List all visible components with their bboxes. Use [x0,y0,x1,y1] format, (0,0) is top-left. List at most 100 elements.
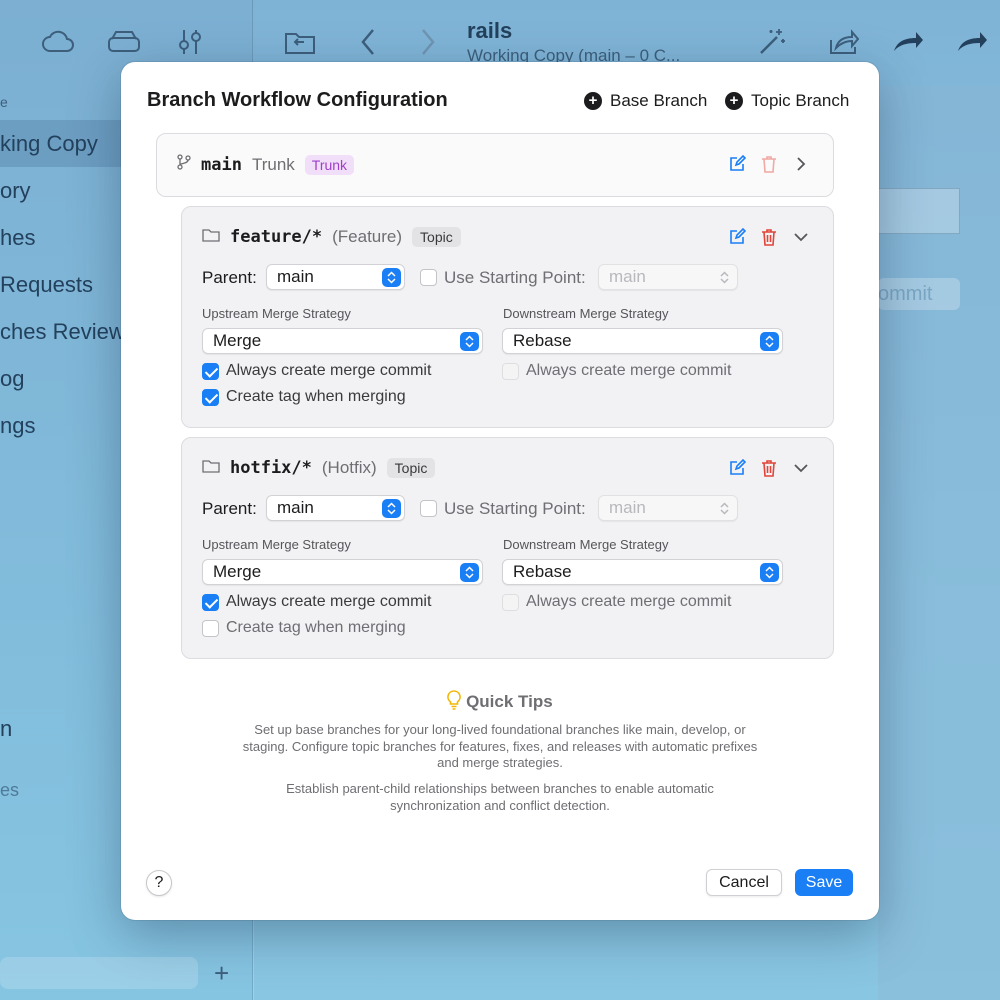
create-tag-label: Create tag when merging [226,619,406,636]
upstream-strategy-value: Merge [213,331,262,350]
branch-workflow-dialog: Branch Workflow Configuration + Base Bra… [121,62,879,920]
upstream-strategy-select[interactable]: Merge [202,328,483,354]
topic-header: feature/* (Feature) Topic [202,227,461,247]
topic-branch-card-feature: feature/* (Feature) Topic Parent: main U… [181,206,834,428]
upstream-strategy-label: Upstream Merge Strategy [202,306,351,321]
starting-point-value: main [609,498,646,517]
downstream-strategy-label: Downstream Merge Strategy [503,306,669,321]
trash-icon[interactable] [759,458,779,478]
updown-icon [715,499,734,518]
back-icon[interactable] [350,24,386,60]
sidebar-section-label: e [0,94,8,110]
topic-type: (Hotfix) [321,458,377,477]
folder-icon [202,459,220,478]
downstream-always-merge-commit-checkbox[interactable] [502,363,519,380]
plus-circle-icon: + [725,92,743,110]
upstream-always-merge-commit-checkbox[interactable] [202,363,219,380]
sliders-icon[interactable] [172,24,208,60]
trunk-actions [727,154,811,174]
repo-switch-icon[interactable] [282,24,318,60]
upstream-always-merge-commit-label: Always create merge commit [226,362,432,379]
topic-badge: Topic [412,227,461,247]
updown-icon [460,563,479,582]
branch-icon [177,154,191,175]
create-tag-checkbox[interactable] [202,389,219,406]
help-button[interactable]: ? [146,870,172,896]
cloud-icon[interactable] [40,24,76,60]
create-tag-checkbox[interactable] [202,620,219,637]
downstream-always-merge-commit-checkbox[interactable] [502,594,519,611]
updown-icon [715,268,734,287]
downstream-strategy-select[interactable]: Rebase [502,559,783,585]
upstream-strategy-value: Merge [213,562,262,581]
upstream-strategy-label: Upstream Merge Strategy [202,537,351,552]
parent-select[interactable]: main [266,264,405,290]
use-starting-point-label: Use Starting Point: [444,268,586,287]
upstream-always-merge-commit-label: Always create merge commit [226,593,432,610]
drive-icon[interactable] [106,24,142,60]
updown-icon [760,563,779,582]
dialog-title: Branch Workflow Configuration [147,89,448,111]
use-starting-point-checkbox[interactable] [420,269,437,286]
chevron-right-icon[interactable] [791,154,811,174]
topic-actions [727,227,811,247]
share-icon[interactable] [826,24,862,60]
chevron-down-icon[interactable] [791,458,811,478]
parent-select[interactable]: main [266,495,405,521]
commit-button[interactable]: ommit [878,278,960,310]
create-tag-label: Create tag when merging [226,388,406,405]
forward-icon[interactable] [410,24,446,60]
starting-point-value: main [609,267,646,286]
trunk-name: main [201,154,242,175]
save-button[interactable]: Save [795,869,853,896]
use-starting-point-checkbox[interactable] [420,500,437,517]
add-icon[interactable]: + [214,958,229,989]
starting-point-select[interactable]: main [598,495,738,521]
updown-icon [760,332,779,351]
add-base-branch-label: Base Branch [610,91,708,110]
folder-icon [202,228,220,247]
quick-tips-paragraph-2: Establish parent-child relationships bet… [286,781,714,813]
sidebar-item-extra[interactable]: n [0,716,12,742]
cancel-button[interactable]: Cancel [706,869,782,896]
topic-type: (Feature) [332,227,403,246]
quick-tips-label: Quick Tips [466,692,553,711]
add-topic-branch-label: Topic Branch [751,91,850,110]
add-topic-branch-button[interactable]: + Topic Branch [725,91,849,111]
trunk-badge: Trunk [304,154,355,175]
parent-label: Parent: [202,499,257,518]
sidebar-item-dim[interactable]: es [0,780,19,801]
trunk-branch-card[interactable]: main Trunk Trunk [156,133,834,197]
plus-circle-icon: + [584,92,602,110]
upstream-strategy-select[interactable]: Merge [202,559,483,585]
trash-icon[interactable] [759,227,779,247]
inspector-field[interactable] [878,188,960,234]
topic-prefix: feature/* [230,227,323,247]
downstream-strategy-value: Rebase [513,562,572,581]
sidebar-toolbar [40,24,208,60]
starting-point-select[interactable]: main [598,264,738,290]
edit-icon[interactable] [727,227,747,247]
sidebar-filter-field[interactable] [0,957,198,989]
magic-wand-icon[interactable] [754,24,790,60]
upstream-always-merge-commit-checkbox[interactable] [202,594,219,611]
use-starting-point-label: Use Starting Point: [444,499,586,518]
updown-icon [382,268,401,287]
topic-badge: Topic [386,458,436,478]
topic-actions [727,458,811,478]
push-icon[interactable] [954,24,990,60]
trash-icon [759,154,779,174]
edit-icon[interactable] [727,458,747,478]
downstream-strategy-select[interactable]: Rebase [502,328,783,354]
edit-icon[interactable] [727,154,747,174]
quick-tips-paragraph-1: Set up base branches for your long-lived… [242,722,758,770]
fetch-icon[interactable] [890,24,926,60]
downstream-always-merge-commit-label: Always create merge commit [526,362,732,379]
add-base-branch-button[interactable]: + Base Branch [584,91,707,111]
topic-branch-card-hotfix: hotfix/* (Hotfix) Topic Parent: main Use… [181,437,834,659]
trunk-role: Trunk [251,154,295,174]
parent-label: Parent: [202,268,257,287]
chevron-down-icon[interactable] [791,227,811,247]
quick-tips-title: Quick Tips [121,690,879,712]
downstream-strategy-label: Downstream Merge Strategy [503,537,669,552]
